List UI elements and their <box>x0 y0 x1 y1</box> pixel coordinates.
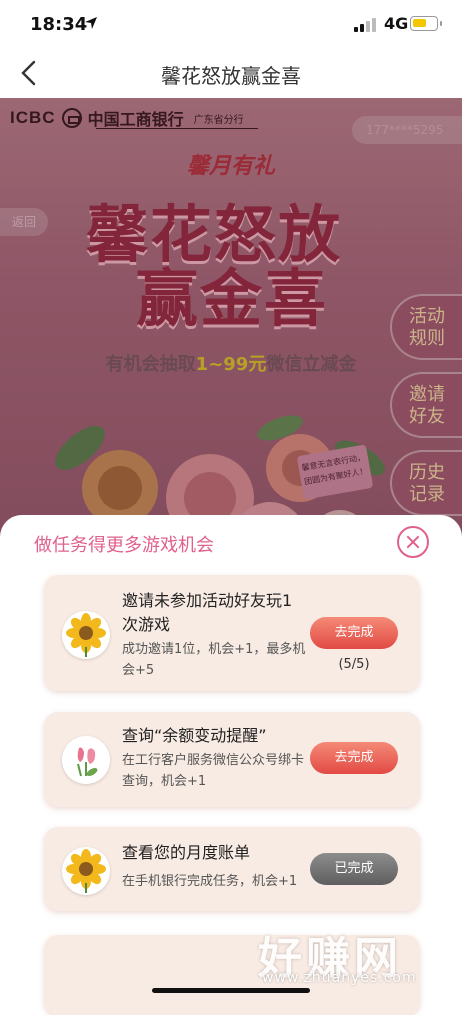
status-time: 18:34 <box>30 14 88 35</box>
task-action-button[interactable]: 去完成 <box>310 617 398 649</box>
task-card: 查看您的月度账单 在手机银行完成任务，机会+1 已完成 <box>44 827 420 911</box>
home-indicator[interactable] <box>152 988 310 993</box>
location-arrow-icon <box>85 17 97 29</box>
hero-overlay <box>0 98 462 558</box>
sunflower-icon <box>62 611 110 659</box>
sunflower-icon <box>62 847 110 895</box>
task-progress: (5/5) <box>338 657 370 672</box>
sheet-title: 做任务得更多游戏机会 <box>34 535 214 556</box>
task-action-button[interactable]: 去完成 <box>310 742 398 774</box>
cellular-signal-icon <box>354 18 376 32</box>
task-card: 查询“余额变动提醒” 在工行客户服务微信公众号绑卡查询，机会+1 去完成 <box>44 712 420 807</box>
nav-bar: 馨花怒放赢金喜 <box>0 50 462 98</box>
tulip-icon <box>62 736 110 784</box>
task-action-button[interactable]: 已完成 <box>310 853 398 885</box>
task-description: 成功邀请1位，机会+1，最多机会+5 <box>122 642 306 678</box>
task-title: 查询“余额变动提醒” <box>122 726 267 745</box>
hero-banner: ICBC 中国工商银行 广东省分行 177****5295 返回 馨月有礼 馨花… <box>0 98 462 558</box>
task-description: 在工行客户服务微信公众号绑卡查询，机会+1 <box>122 753 305 789</box>
network-type: 4G <box>384 14 409 33</box>
battery-icon <box>410 16 442 31</box>
task-description: 在手机银行完成任务，机会+1 <box>122 874 298 889</box>
page-title: 馨花怒放赢金喜 <box>161 64 301 88</box>
status-bar: 18:34 4G <box>0 0 462 50</box>
task-card: 邀请未参加活动好友玩1次游戏 成功邀请1位，机会+1，最多机会+5 去完成 (5… <box>44 575 420 691</box>
task-title: 邀请未参加活动好友玩1次游戏 <box>122 591 293 634</box>
close-icon[interactable] <box>397 526 429 558</box>
watermark-url: www.zhuanyes.com <box>262 970 417 986</box>
task-title: 查看您的月度账单 <box>122 843 251 862</box>
